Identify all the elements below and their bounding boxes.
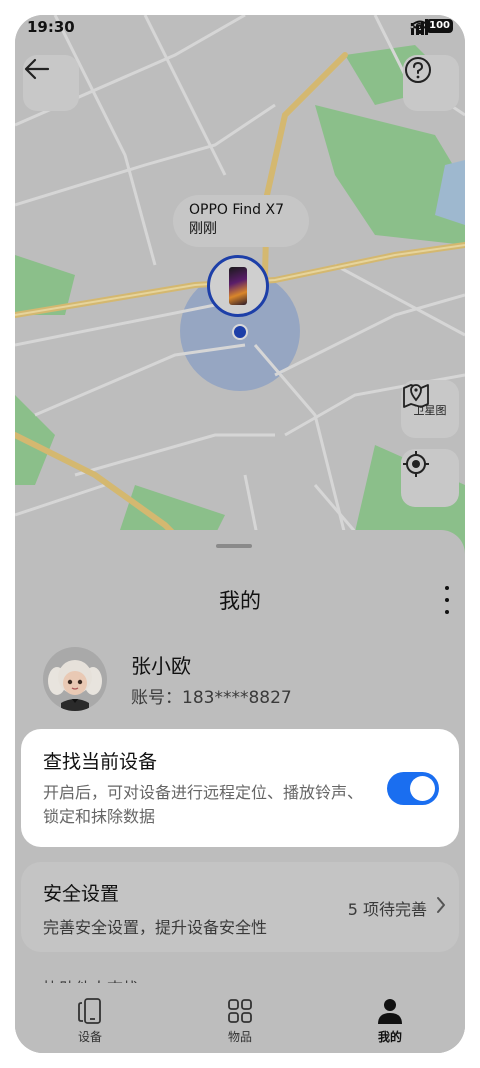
chevron-right-icon [437,897,445,913]
phones-icon [78,998,101,1024]
security-description: 完善安全设置，提升设备安全性 [43,918,268,937]
tab-devices[interactable]: 设备 [15,983,165,1053]
tab-bar: 设备 物品 我的 [15,983,465,1053]
map-view[interactable]: 19:30 5G 100 [15,15,465,575]
grid-icon [228,999,252,1023]
back-button[interactable] [23,55,79,111]
toggle-knob [410,776,435,801]
locate-button[interactable] [401,449,459,507]
find-device-description: 开启后，可对设备进行远程定位、播放铃声、锁定和抹除数据 [43,783,364,826]
tab-me[interactable]: 我的 [315,983,465,1053]
security-settings-card[interactable]: 安全设置 完善安全设置，提升设备安全性 5 项待完善 [21,862,459,952]
signal-icon [410,19,428,35]
more-dot-icon [445,598,449,602]
map-pin-icon [403,384,429,408]
security-status: 5 项待完善 [347,900,427,919]
device-label[interactable]: OPPO Find X7 刚刚 [173,195,309,247]
device-name: OPPO Find X7 [189,202,285,218]
tab-items[interactable]: 物品 [165,983,315,1053]
question-icon [405,57,431,83]
satellite-button[interactable]: 卫星图 [401,380,459,438]
tab-devices-label: 设备 [77,1030,102,1044]
battery-icon: 100 [426,19,453,33]
find-device-title: 查找当前设备 [43,751,158,773]
user-name: 张小欧 [131,654,191,678]
drag-handle[interactable] [216,544,252,548]
tab-me-label: 我的 [377,1030,402,1044]
sheet-title: 我的 [219,589,261,613]
security-title: 安全设置 [43,883,120,905]
phone-screen: 19:30 5G 100 [15,15,465,1053]
arrow-left-icon [24,58,50,80]
avatar[interactable] [43,647,107,711]
device-pin[interactable] [207,255,269,317]
avatar-image [48,660,102,711]
bottom-sheet: 我的 张小欧 账号：183****8827 查找当前设备 开启后，可对设备进行远… [15,530,465,1053]
find-device-card: 查找当前设备 开启后，可对设备进行远程定位、播放铃声、锁定和抹除数据 [21,729,459,847]
tab-items-label: 物品 [227,1030,252,1044]
device-update-time: 刚刚 [189,221,217,237]
find-device-toggle[interactable] [387,772,439,805]
more-dot-icon [445,586,449,590]
more-options-button[interactable] [441,586,453,614]
person-icon [378,999,402,1024]
status-bar: 19:30 5G 100 [15,15,465,43]
status-icons: 5G 100 [410,19,453,35]
more-dot-icon [445,610,449,614]
crosshair-icon [403,451,429,477]
status-time: 19:30 [27,18,75,36]
help-button[interactable] [403,55,459,111]
user-account: 账号：183****8827 [131,688,292,708]
phone-thumbnail-icon [229,267,247,305]
